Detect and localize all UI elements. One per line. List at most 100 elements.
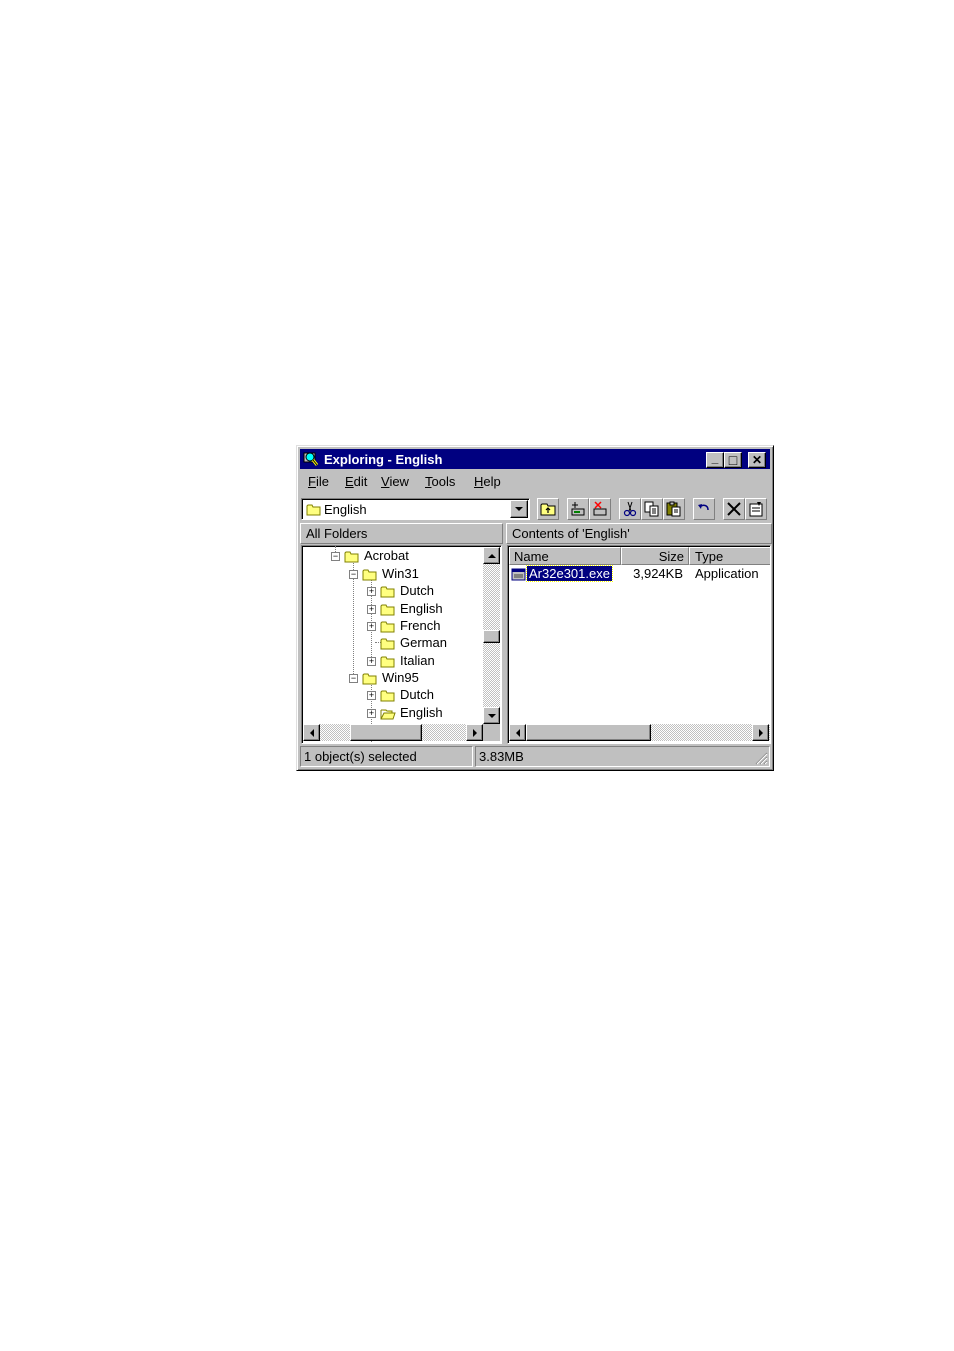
address-value: English bbox=[324, 502, 367, 517]
tree-scroll-down-button[interactable] bbox=[483, 707, 500, 724]
up-one-level-button[interactable] bbox=[537, 498, 559, 520]
folder-icon bbox=[380, 586, 395, 598]
folder-icon bbox=[362, 673, 377, 685]
close-button[interactable]: ✕ bbox=[748, 452, 766, 468]
expand-icon[interactable]: + bbox=[367, 587, 376, 596]
scissors-icon bbox=[623, 501, 637, 517]
cut-button[interactable] bbox=[619, 498, 641, 520]
list-hscroll-thumb[interactable] bbox=[526, 724, 651, 741]
column-size-label: Size bbox=[658, 549, 684, 564]
tree-vscroll-thumb[interactable] bbox=[483, 630, 500, 643]
contents-label: Contents of 'English' bbox=[512, 526, 630, 541]
folder-icon bbox=[380, 656, 395, 668]
explorer-window: Exploring - English _ □ ✕ File Edit View… bbox=[296, 445, 774, 771]
tree-scroll-right-button[interactable] bbox=[466, 724, 483, 741]
arrow-right-icon bbox=[473, 729, 477, 737]
arrow-left-icon bbox=[516, 729, 520, 737]
properties-button[interactable] bbox=[745, 498, 767, 520]
status-selected-text: 1 object(s) selected bbox=[304, 749, 417, 764]
tree-item-label: German bbox=[400, 635, 447, 650]
tree-scroll-up-button[interactable] bbox=[483, 547, 500, 564]
expand-icon[interactable]: + bbox=[367, 691, 376, 700]
minimize-button[interactable]: _ bbox=[706, 452, 724, 468]
menu-file[interactable]: File bbox=[308, 474, 329, 489]
map-network-drive-button[interactable] bbox=[567, 498, 589, 520]
all-folders-header: All Folders bbox=[300, 523, 503, 544]
explorer-app-icon bbox=[303, 452, 319, 466]
expand-icon[interactable]: + bbox=[367, 657, 376, 666]
folder-icon bbox=[380, 638, 395, 650]
tree-item-label: Acrobat bbox=[364, 548, 409, 563]
collapse-icon[interactable]: − bbox=[349, 674, 358, 683]
list-scroll-left-button[interactable] bbox=[509, 724, 526, 741]
undo-button[interactable] bbox=[693, 498, 715, 520]
arrow-left-icon bbox=[310, 729, 314, 737]
tree-item-label: French bbox=[400, 618, 441, 633]
tree-item-label: Dutch bbox=[400, 583, 434, 598]
copy-button[interactable] bbox=[641, 498, 663, 520]
close-icon: ✕ bbox=[751, 453, 763, 467]
column-name-label: Name bbox=[514, 549, 549, 564]
menu-help[interactable]: Help bbox=[474, 474, 501, 489]
column-header-size[interactable]: Size bbox=[621, 547, 689, 565]
up-folder-icon bbox=[540, 503, 556, 516]
folder-icon bbox=[306, 504, 321, 516]
file-type: Application bbox=[695, 566, 759, 581]
column-header-name[interactable]: Name bbox=[509, 547, 621, 565]
open-folder-icon bbox=[380, 709, 396, 720]
application-icon bbox=[511, 568, 526, 581]
resize-grip-icon[interactable] bbox=[755, 752, 768, 765]
tree-item-label: Win95 bbox=[382, 670, 419, 685]
folder-icon bbox=[344, 551, 359, 563]
chevron-down-icon bbox=[515, 507, 523, 511]
disconnect-drive-button[interactable] bbox=[589, 498, 611, 520]
folder-icon bbox=[380, 690, 395, 702]
maximize-button[interactable]: □ bbox=[724, 452, 742, 468]
disconnect-drive-icon bbox=[593, 501, 607, 516]
maximize-icon: □ bbox=[728, 452, 738, 468]
all-folders-label: All Folders bbox=[306, 526, 368, 541]
properties-icon bbox=[749, 502, 763, 517]
undo-icon bbox=[698, 504, 709, 511]
delete-button[interactable] bbox=[723, 498, 745, 520]
list-item[interactable]: Ar32e301.exe 3,924KB Application bbox=[509, 565, 770, 583]
tree-scroll-left-button[interactable] bbox=[303, 724, 320, 741]
delete-x-icon bbox=[727, 502, 741, 516]
file-name: Ar32e301.exe bbox=[526, 565, 613, 582]
menu-view[interactable]: View bbox=[381, 474, 409, 489]
collapse-icon[interactable]: − bbox=[331, 552, 340, 561]
file-size: 3,924KB bbox=[633, 566, 683, 581]
address-dropdown-button[interactable] bbox=[510, 500, 528, 518]
folder-icon bbox=[380, 621, 395, 633]
expand-icon[interactable]: + bbox=[367, 622, 376, 631]
tree-item-label: Win31 bbox=[382, 566, 419, 581]
list-scroll-right-button[interactable] bbox=[752, 724, 769, 741]
menu-tools[interactable]: Tools bbox=[425, 474, 455, 489]
expand-icon[interactable]: + bbox=[367, 605, 376, 614]
folder-tree: − Acrobat − Win31 + Dutch + English + Fr… bbox=[301, 545, 502, 744]
collapse-icon[interactable]: − bbox=[349, 570, 358, 579]
paste-icon bbox=[666, 501, 681, 517]
arrow-up-icon bbox=[488, 554, 496, 558]
contents-header: Contents of 'English' bbox=[506, 523, 772, 544]
tree-item-label: English bbox=[400, 705, 443, 720]
paste-button[interactable] bbox=[663, 498, 685, 520]
minimize-icon: _ bbox=[711, 451, 719, 465]
tree-item-label: Italian bbox=[400, 653, 435, 668]
title-bar[interactable]: Exploring - English _ □ ✕ bbox=[300, 449, 770, 469]
column-header-type[interactable]: Type bbox=[689, 547, 770, 565]
map-drive-icon bbox=[571, 502, 585, 516]
column-type-label: Type bbox=[695, 549, 724, 564]
menu-edit[interactable]: Edit bbox=[345, 474, 367, 489]
status-selected: 1 object(s) selected bbox=[300, 746, 473, 767]
folder-icon bbox=[380, 604, 395, 616]
arrow-down-icon bbox=[488, 714, 496, 718]
status-size: 3.83MB bbox=[475, 746, 770, 767]
tree-hscroll-thumb[interactable] bbox=[350, 724, 422, 741]
scroll-corner bbox=[483, 724, 500, 741]
address-combobox[interactable]: English bbox=[301, 498, 530, 520]
window-title: Exploring - English bbox=[324, 452, 443, 467]
expand-icon[interactable]: + bbox=[367, 709, 376, 718]
folder-icon bbox=[362, 569, 377, 581]
copy-icon bbox=[644, 501, 659, 517]
